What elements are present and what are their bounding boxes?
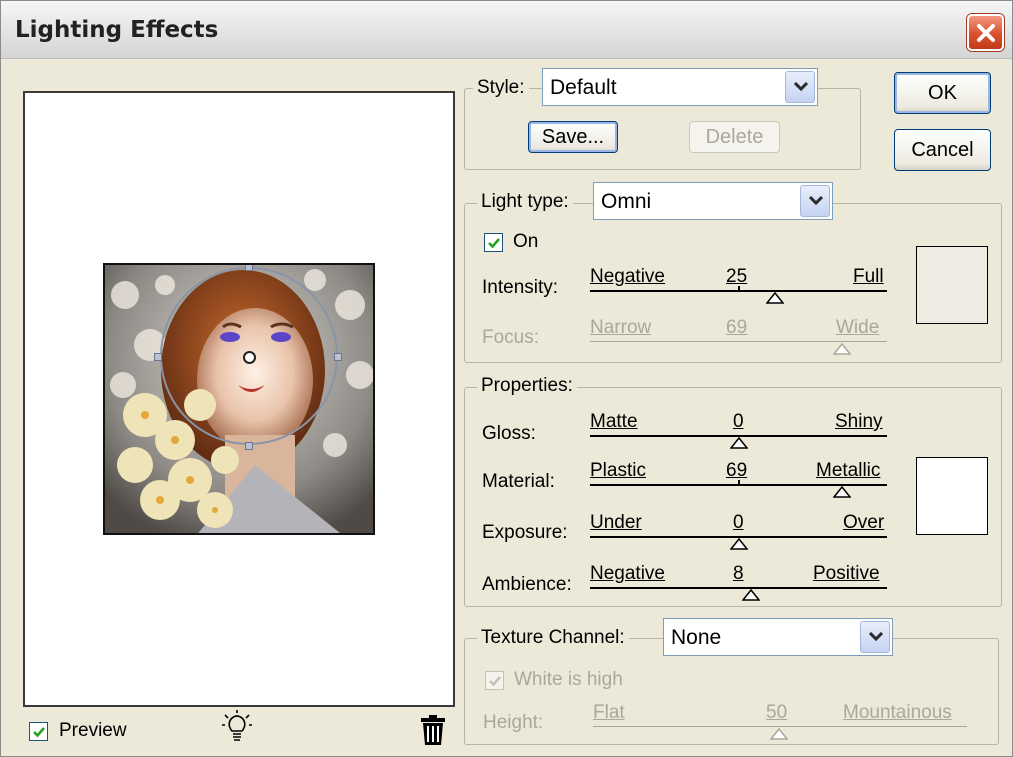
light-type-select[interactable]: Omni: [593, 182, 833, 220]
ambience-label: Ambience:: [482, 574, 572, 595]
gloss-max-label: Shiny: [835, 411, 883, 432]
preview-canvas[interactable]: [23, 91, 455, 707]
trash-icon[interactable]: [419, 714, 447, 746]
height-track: [593, 726, 967, 727]
focus-max-label: Wide: [836, 317, 880, 338]
style-dropdown-arrow[interactable]: [785, 71, 815, 103]
intensity-value: 25: [726, 266, 748, 287]
exposure-slider-thumb[interactable]: [730, 538, 748, 550]
intensity-label: Intensity:: [482, 277, 559, 298]
material-slider-thumb[interactable]: [833, 486, 851, 498]
title-bar: Lighting Effects: [1, 1, 1012, 59]
chevron-down-icon: [794, 82, 808, 92]
properties-label: Properties:: [477, 375, 577, 397]
close-icon: [977, 24, 995, 42]
properties-color-swatch[interactable]: [916, 457, 988, 535]
ok-button[interactable]: OK: [894, 72, 991, 114]
focus-label: Focus:: [482, 327, 540, 348]
intensity-min-label: Negative: [590, 266, 665, 287]
ambience-min-label: Negative: [590, 563, 665, 584]
height-slider-thumb: [770, 728, 788, 740]
texture-dropdown-arrow[interactable]: [860, 621, 890, 653]
focus-track: [590, 341, 887, 342]
material-max-label: Metallic: [816, 460, 881, 481]
style-select[interactable]: Default: [542, 68, 818, 106]
gloss-value: 0: [733, 411, 744, 432]
height-value: 50: [766, 702, 788, 723]
white-is-high-checkbox: [485, 671, 504, 690]
lighting-effects-dialog: Lighting Effects Preview OK Cancel Style…: [0, 0, 1013, 757]
check-icon: [33, 727, 45, 738]
gloss-min-label: Matte: [590, 411, 638, 432]
focus-value: 69: [726, 317, 748, 338]
material-center-tick: [738, 480, 740, 484]
ambience-slider-thumb[interactable]: [742, 589, 760, 601]
exposure-min-label: Under: [590, 512, 642, 533]
preview-checkbox[interactable]: [29, 722, 48, 741]
style-label: Style:: [473, 77, 529, 99]
preview-image: [103, 263, 375, 535]
save-button[interactable]: Save...: [528, 121, 618, 153]
material-min-label: Plastic: [590, 460, 646, 481]
light-type-label: Light type:: [477, 191, 573, 213]
window-title: Lighting Effects: [15, 17, 219, 43]
light-color-swatch[interactable]: [916, 246, 988, 324]
focus-min-label: Narrow: [590, 317, 652, 338]
gloss-slider-thumb[interactable]: [730, 437, 748, 449]
chevron-down-icon: [809, 196, 823, 206]
light-handle-left[interactable]: [154, 353, 162, 361]
light-handle-bottom[interactable]: [245, 442, 253, 450]
ambience-max-label: Positive: [813, 563, 880, 584]
material-label: Material:: [482, 471, 555, 492]
height-label: Height:: [483, 712, 544, 733]
height-max-label: Mountainous: [843, 702, 952, 723]
intensity-slider-thumb[interactable]: [766, 292, 784, 304]
preview-label: Preview: [59, 720, 127, 741]
intensity-center-tick: [738, 286, 740, 290]
intensity-max-label: Full: [853, 266, 884, 287]
check-icon: [489, 676, 501, 687]
ambience-value: 8: [733, 563, 744, 584]
light-center-handle[interactable]: [243, 351, 256, 364]
light-on-label: On: [513, 231, 539, 252]
light-type-dropdown-arrow[interactable]: [800, 185, 830, 217]
texture-channel-select[interactable]: None: [663, 618, 893, 656]
light-bulb-icon[interactable]: [221, 709, 253, 745]
ambience-track[interactable]: [590, 587, 887, 589]
texture-channel-label: Texture Channel:: [477, 627, 629, 649]
light-on-checkbox[interactable]: [484, 233, 503, 252]
light-handle-top[interactable]: [245, 265, 253, 271]
white-is-high-label: White is high: [514, 669, 623, 690]
chevron-down-icon: [869, 632, 883, 642]
cancel-button[interactable]: Cancel: [894, 129, 991, 171]
material-value: 69: [726, 460, 748, 481]
style-value: Default: [550, 76, 617, 99]
delete-button[interactable]: Delete: [689, 121, 780, 153]
close-button[interactable]: [967, 14, 1004, 51]
gloss-label: Gloss:: [482, 423, 536, 444]
height-min-label: Flat: [593, 702, 625, 723]
exposure-max-label: Over: [843, 512, 885, 533]
exposure-label: Exposure:: [482, 522, 568, 543]
light-type-value: Omni: [601, 190, 652, 213]
focus-slider-thumb: [833, 343, 851, 355]
intensity-track[interactable]: [590, 290, 887, 292]
check-icon: [488, 238, 500, 249]
exposure-value: 0: [733, 512, 744, 533]
light-handle-right[interactable]: [334, 353, 342, 361]
texture-channel-value: None: [671, 626, 722, 649]
